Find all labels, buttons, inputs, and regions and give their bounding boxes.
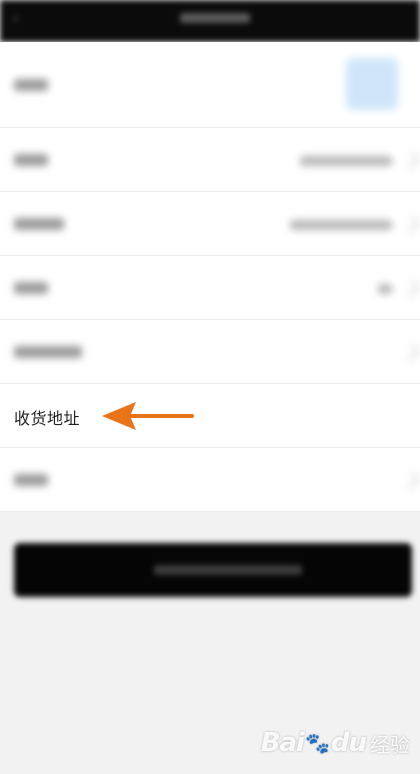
baidu-watermark: Bai 🐾 du 经验	[261, 728, 410, 758]
blurred-value	[290, 220, 392, 230]
button-label	[154, 565, 302, 575]
back-arrow-icon[interactable]: ‹	[12, 10, 26, 26]
blurred-label	[14, 79, 48, 91]
avatar-row[interactable]	[0, 42, 420, 128]
blurred-label	[14, 346, 82, 358]
gender-row[interactable]	[0, 256, 420, 320]
profile-settings-list: 收货地址	[0, 42, 420, 512]
blurred-value	[300, 156, 392, 166]
avatar	[346, 58, 398, 110]
top-nav-bar: ‹	[0, 0, 420, 42]
more-row[interactable]	[0, 448, 420, 512]
watermark-text: 经验	[370, 732, 410, 757]
signature-row[interactable]	[0, 320, 420, 384]
blurred-label	[14, 218, 64, 230]
address-row[interactable]: 收货地址	[0, 384, 420, 448]
chevron-right-icon	[402, 216, 420, 234]
blurred-label	[14, 282, 48, 294]
address-label: 收货地址	[14, 409, 81, 428]
blurred-content	[0, 42, 420, 127]
chevron-right-icon	[402, 344, 420, 362]
chevron-right-icon	[402, 280, 420, 298]
bottom-action-button[interactable]	[14, 543, 412, 597]
left-arrow-icon	[102, 402, 194, 430]
blurred-label	[14, 474, 48, 486]
blurred-value	[378, 284, 392, 294]
watermark-logo: Bai	[260, 728, 305, 758]
blurred-content	[0, 256, 420, 319]
blurred-content	[0, 192, 420, 255]
watermark-logo-suffix: du	[330, 728, 367, 758]
user-id-row[interactable]	[0, 192, 420, 256]
page-title	[180, 13, 250, 23]
chevron-right-icon	[402, 472, 420, 490]
paw-icon: 🐾	[304, 731, 330, 755]
blurred-label	[14, 154, 48, 166]
blurred-content	[0, 448, 420, 511]
blurred-content	[0, 320, 420, 383]
chevron-right-icon	[402, 152, 420, 170]
nickname-row[interactable]	[0, 128, 420, 192]
blurred-content	[0, 128, 420, 191]
